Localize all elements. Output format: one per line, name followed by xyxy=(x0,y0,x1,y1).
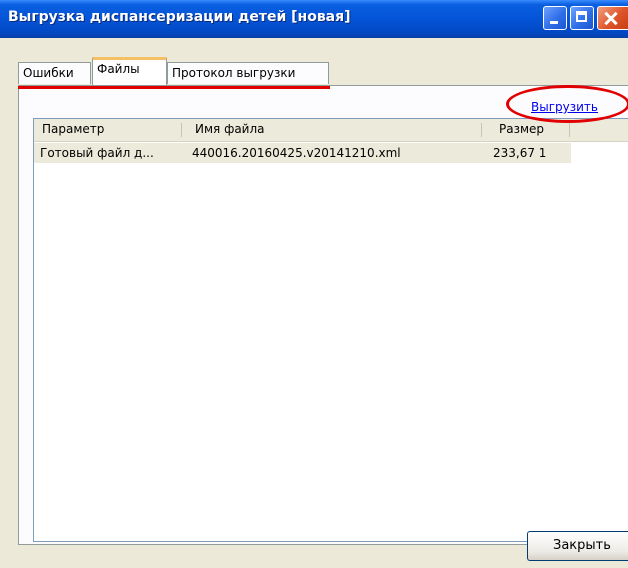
cell-size: 233,67 1 xyxy=(493,146,547,160)
close-button-label: Закрыть xyxy=(553,538,611,553)
tab-export-protocol[interactable]: Протокол выгрузки xyxy=(167,62,329,84)
close-button[interactable]: Закрыть xyxy=(527,531,628,561)
tab-errors[interactable]: Ошибки xyxy=(18,62,91,84)
annotation-ellipse xyxy=(506,85,628,123)
annotation-underline xyxy=(18,86,330,89)
window-title: Выгрузка диспансеризации детей [новая] xyxy=(8,9,351,25)
tab-files[interactable]: Файлы xyxy=(92,57,167,85)
close-icon[interactable] xyxy=(597,6,628,30)
tab-files-label: Файлы xyxy=(97,62,140,76)
cell-parameter: Готовый файл д... xyxy=(40,146,154,160)
column-divider[interactable] xyxy=(569,123,570,137)
minimize-icon[interactable] xyxy=(543,6,567,30)
maximize-icon[interactable] xyxy=(570,6,594,30)
tab-export-protocol-label: Протокол выгрузки xyxy=(172,66,296,80)
dialog-window: Выгрузка диспансеризации детей [новая] О… xyxy=(0,0,628,568)
list-header: Параметр Имя файла Размер xyxy=(34,119,628,142)
column-divider[interactable] xyxy=(181,123,182,137)
cell-filename: 440016.20160425.v20141210.xml xyxy=(192,146,401,160)
title-bar[interactable]: Выгрузка диспансеризации детей [новая] xyxy=(0,0,628,38)
column-header-size[interactable]: Размер xyxy=(499,122,544,136)
files-list[interactable]: Параметр Имя файла Размер Готовый файл д… xyxy=(33,118,628,542)
tab-errors-label: Ошибки xyxy=(23,66,74,80)
column-header-parameter[interactable]: Параметр xyxy=(42,122,104,136)
column-header-filename[interactable]: Имя файла xyxy=(195,122,265,136)
table-row[interactable]: Готовый файл д... 440016.20160425.v20141… xyxy=(34,143,571,163)
column-divider[interactable] xyxy=(481,123,482,137)
